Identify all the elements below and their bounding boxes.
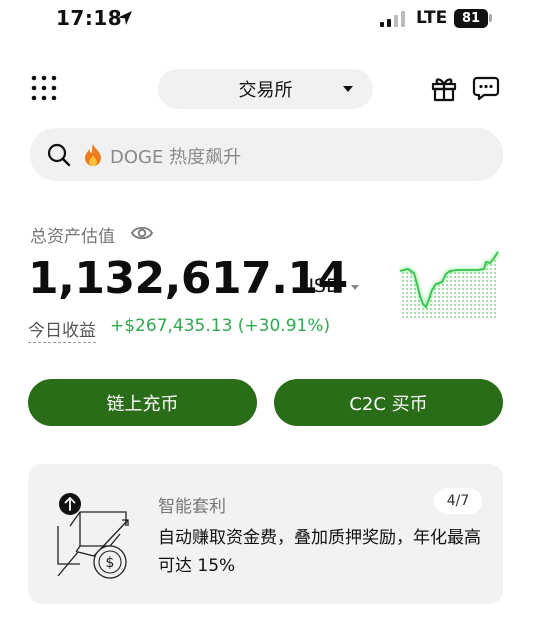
currency-selector[interactable]: USD bbox=[300, 275, 341, 297]
location-arrow-icon bbox=[118, 11, 132, 25]
svg-text:$: $ bbox=[106, 555, 115, 571]
c2c-buy-button[interactable]: C2C 买币 bbox=[274, 379, 503, 426]
exchange-selector[interactable]: 交易所 bbox=[158, 69, 373, 109]
arbitrage-illustration-icon: $ bbox=[57, 493, 129, 579]
exchange-label: 交易所 bbox=[238, 80, 293, 101]
onchain-deposit-button[interactable]: 链上充币 bbox=[28, 379, 257, 426]
network-label: LTE bbox=[416, 8, 448, 28]
promo-description: 自动赚取资金费，叠加质押奖励，年化最高可达 15% bbox=[158, 528, 481, 576]
currency-chevron-icon[interactable] bbox=[351, 285, 359, 290]
promo-page-indicator: 4/7 bbox=[434, 488, 482, 514]
promo-card[interactable]: $ 智能套利 4/7 自动赚取资金费，叠加质押奖励，年化最高可达 15% bbox=[28, 464, 503, 604]
search-icon bbox=[47, 143, 71, 167]
dollar-coin-icon: $ bbox=[93, 545, 127, 579]
grid-menu-icon[interactable] bbox=[30, 74, 58, 102]
today-pnl-value: +$267,435.13 (+30.91%) bbox=[110, 316, 331, 336]
total-assets-label: 总资产估值 bbox=[30, 227, 115, 247]
eye-icon[interactable] bbox=[130, 222, 154, 244]
battery-cap bbox=[489, 14, 492, 22]
status-bar: 17:18 LTE 81 bbox=[0, 0, 533, 40]
chat-icon[interactable] bbox=[472, 74, 500, 102]
status-time: 17:18 bbox=[56, 6, 123, 30]
portfolio-sparkline bbox=[399, 250, 500, 320]
fire-icon bbox=[85, 144, 101, 166]
battery-indicator: 81 bbox=[454, 9, 488, 28]
signal-icon bbox=[380, 11, 405, 27]
today-pnl-label[interactable]: 今日收益 bbox=[28, 316, 96, 343]
promo-title: 智能套利 bbox=[158, 497, 226, 517]
search-placeholder: DOGE 热度飙升 bbox=[110, 147, 242, 168]
chevron-down-icon bbox=[343, 86, 353, 92]
top-nav: 交易所 bbox=[0, 66, 533, 112]
gift-icon[interactable] bbox=[430, 74, 458, 102]
search-bar[interactable]: DOGE 热度飙升 bbox=[30, 128, 503, 181]
